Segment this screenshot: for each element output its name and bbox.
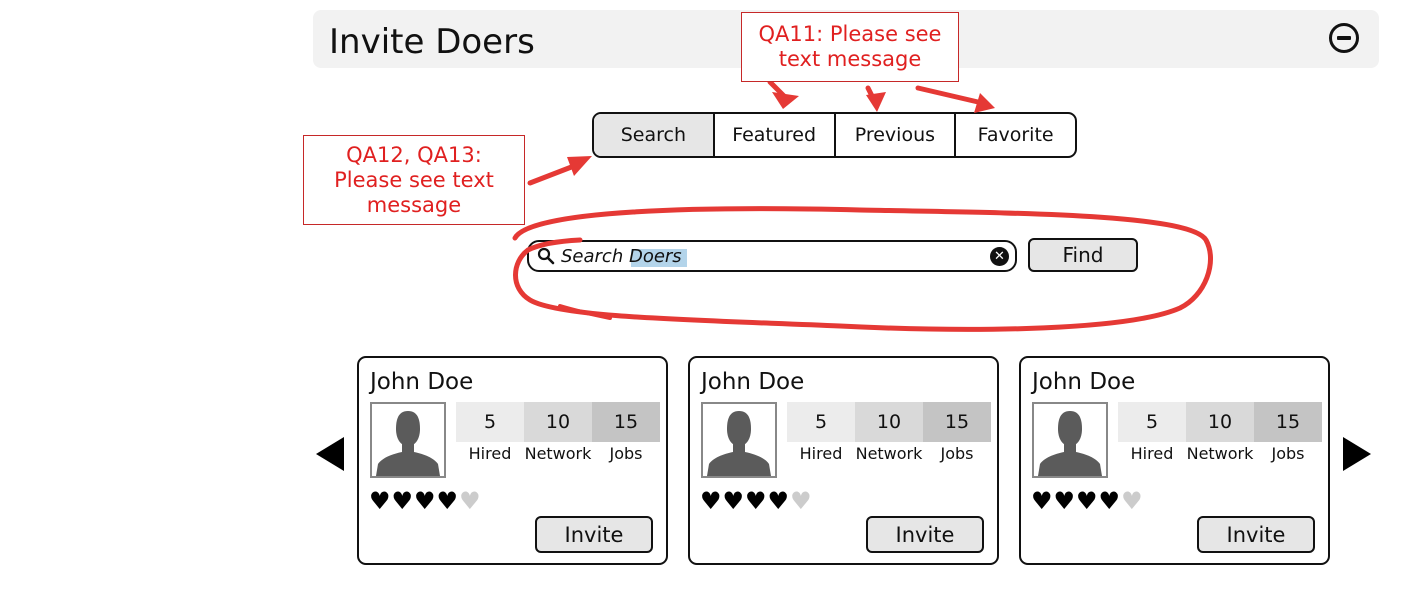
- heart-filled-icon: ♥: [1098, 487, 1121, 515]
- annotation-arrowhead: [772, 92, 799, 109]
- stat-hired: 5 Hired: [1118, 402, 1186, 474]
- stat-jobs: 15 Jobs: [923, 402, 991, 474]
- stat-hired: 5 Hired: [456, 402, 524, 474]
- person-silhouette-icon: [1038, 411, 1102, 476]
- arrow-left-icon[interactable]: [316, 437, 344, 471]
- stat-network: 10 Network: [1186, 402, 1254, 474]
- heart-filled-icon: ♥: [745, 487, 767, 515]
- tab-bar: Search Featured Previous Favorite: [592, 112, 1077, 158]
- invite-button[interactable]: Invite: [866, 516, 984, 553]
- clear-icon[interactable]: ✕: [990, 247, 1009, 266]
- heart-filled-icon: ♥: [1076, 487, 1098, 515]
- stat-label: Jobs: [940, 444, 974, 463]
- annotation-arrowhead: [866, 92, 886, 112]
- arrow-right-icon[interactable]: [1343, 437, 1371, 471]
- heart-empty-icon: ♥: [790, 487, 812, 515]
- tab-search[interactable]: Search: [594, 114, 715, 156]
- annotation-note-qa11: QA11: Please see text message: [741, 12, 959, 82]
- annotation-arrow: [915, 85, 981, 105]
- rating: ♥ ♥ ♥ ♥ ♥: [700, 488, 812, 514]
- doer-card: John Doe 5 Hired 10 Network 15 Jobs ♥ ♥ ♥ ♥…: [1019, 356, 1330, 565]
- annotation-arrow: [527, 163, 577, 186]
- avatar: [1032, 402, 1108, 478]
- stats-panel: 5 Hired 10 Network 15 Jobs: [787, 402, 991, 474]
- doer-card: John Doe 5 Hired 10 Network 15 Jobs ♥ ♥ ♥ ♥…: [357, 356, 668, 565]
- avatar: [701, 402, 777, 478]
- annotation-note-qa12-qa13: QA12, QA13: Please see text message: [303, 135, 525, 225]
- annotation-arrow: [865, 85, 879, 107]
- heart-filled-icon: ♥: [1053, 487, 1076, 515]
- stat-label: Hired: [799, 444, 843, 463]
- doer-card: John Doe 5 Hired 10 Network 15 Jobs ♥ ♥ ♥ ♥…: [688, 356, 999, 565]
- person-silhouette-icon: [376, 411, 440, 476]
- stat-label: Jobs: [609, 444, 643, 463]
- heart-filled-icon: ♥: [369, 487, 391, 515]
- stat-label: Hired: [468, 444, 512, 463]
- page-title: Invite Doers: [329, 22, 535, 62]
- stat-value: 5: [456, 402, 524, 442]
- heart-empty-icon: ♥: [459, 487, 481, 515]
- stat-label: Hired: [1130, 444, 1174, 463]
- invite-button[interactable]: Invite: [535, 516, 653, 553]
- rating: ♥ ♥ ♥ ♥ ♥: [1031, 488, 1143, 514]
- tab-featured[interactable]: Featured: [715, 114, 836, 156]
- stat-network: 10 Network: [855, 402, 923, 474]
- person-silhouette-icon: [707, 411, 771, 476]
- stat-value: 15: [1254, 402, 1322, 442]
- stat-jobs: 15 Jobs: [592, 402, 660, 474]
- search-icon: [537, 247, 555, 265]
- annotation-arrowhead: [567, 156, 592, 176]
- heart-filled-icon: ♥: [414, 487, 436, 515]
- stat-jobs: 15 Jobs: [1254, 402, 1322, 474]
- doer-name: John Doe: [370, 369, 474, 395]
- avatar: [370, 402, 446, 478]
- heart-filled-icon: ♥: [436, 487, 459, 515]
- find-button[interactable]: Find: [1028, 238, 1138, 272]
- stat-value: 10: [1186, 402, 1254, 442]
- heart-filled-icon: ♥: [391, 487, 414, 515]
- tab-favorite[interactable]: Favorite: [956, 114, 1075, 156]
- stat-value: 10: [855, 402, 923, 442]
- annotation-arrow: [767, 79, 791, 103]
- stat-value: 5: [1118, 402, 1186, 442]
- stat-label: Network: [1186, 444, 1254, 463]
- heart-filled-icon: ♥: [700, 487, 722, 515]
- stat-network: 10 Network: [524, 402, 592, 474]
- stat-value: 15: [923, 402, 991, 442]
- stat-label: Network: [855, 444, 923, 463]
- stat-label: Network: [524, 444, 592, 463]
- search-box[interactable]: ✕: [527, 240, 1017, 272]
- doer-name: John Doe: [701, 369, 805, 395]
- stat-value: 10: [524, 402, 592, 442]
- heart-filled-icon: ♥: [722, 487, 745, 515]
- heart-filled-icon: ♥: [767, 487, 790, 515]
- stat-value: 15: [592, 402, 660, 442]
- search-input[interactable]: [561, 243, 976, 269]
- tab-previous[interactable]: Previous: [836, 114, 957, 156]
- invite-button[interactable]: Invite: [1197, 516, 1315, 553]
- stat-label: Jobs: [1271, 444, 1305, 463]
- stat-value: 5: [787, 402, 855, 442]
- stat-hired: 5 Hired: [787, 402, 855, 474]
- heart-filled-icon: ♥: [1031, 487, 1053, 515]
- heart-empty-icon: ♥: [1121, 487, 1143, 515]
- minus-circle-icon[interactable]: [1329, 23, 1359, 53]
- annotation-arrowhead: [974, 93, 995, 113]
- stats-panel: 5 Hired 10 Network 15 Jobs: [456, 402, 660, 474]
- doer-name: John Doe: [1032, 369, 1136, 395]
- stats-panel: 5 Hired 10 Network 15 Jobs: [1118, 402, 1322, 474]
- rating: ♥ ♥ ♥ ♥ ♥: [369, 488, 481, 514]
